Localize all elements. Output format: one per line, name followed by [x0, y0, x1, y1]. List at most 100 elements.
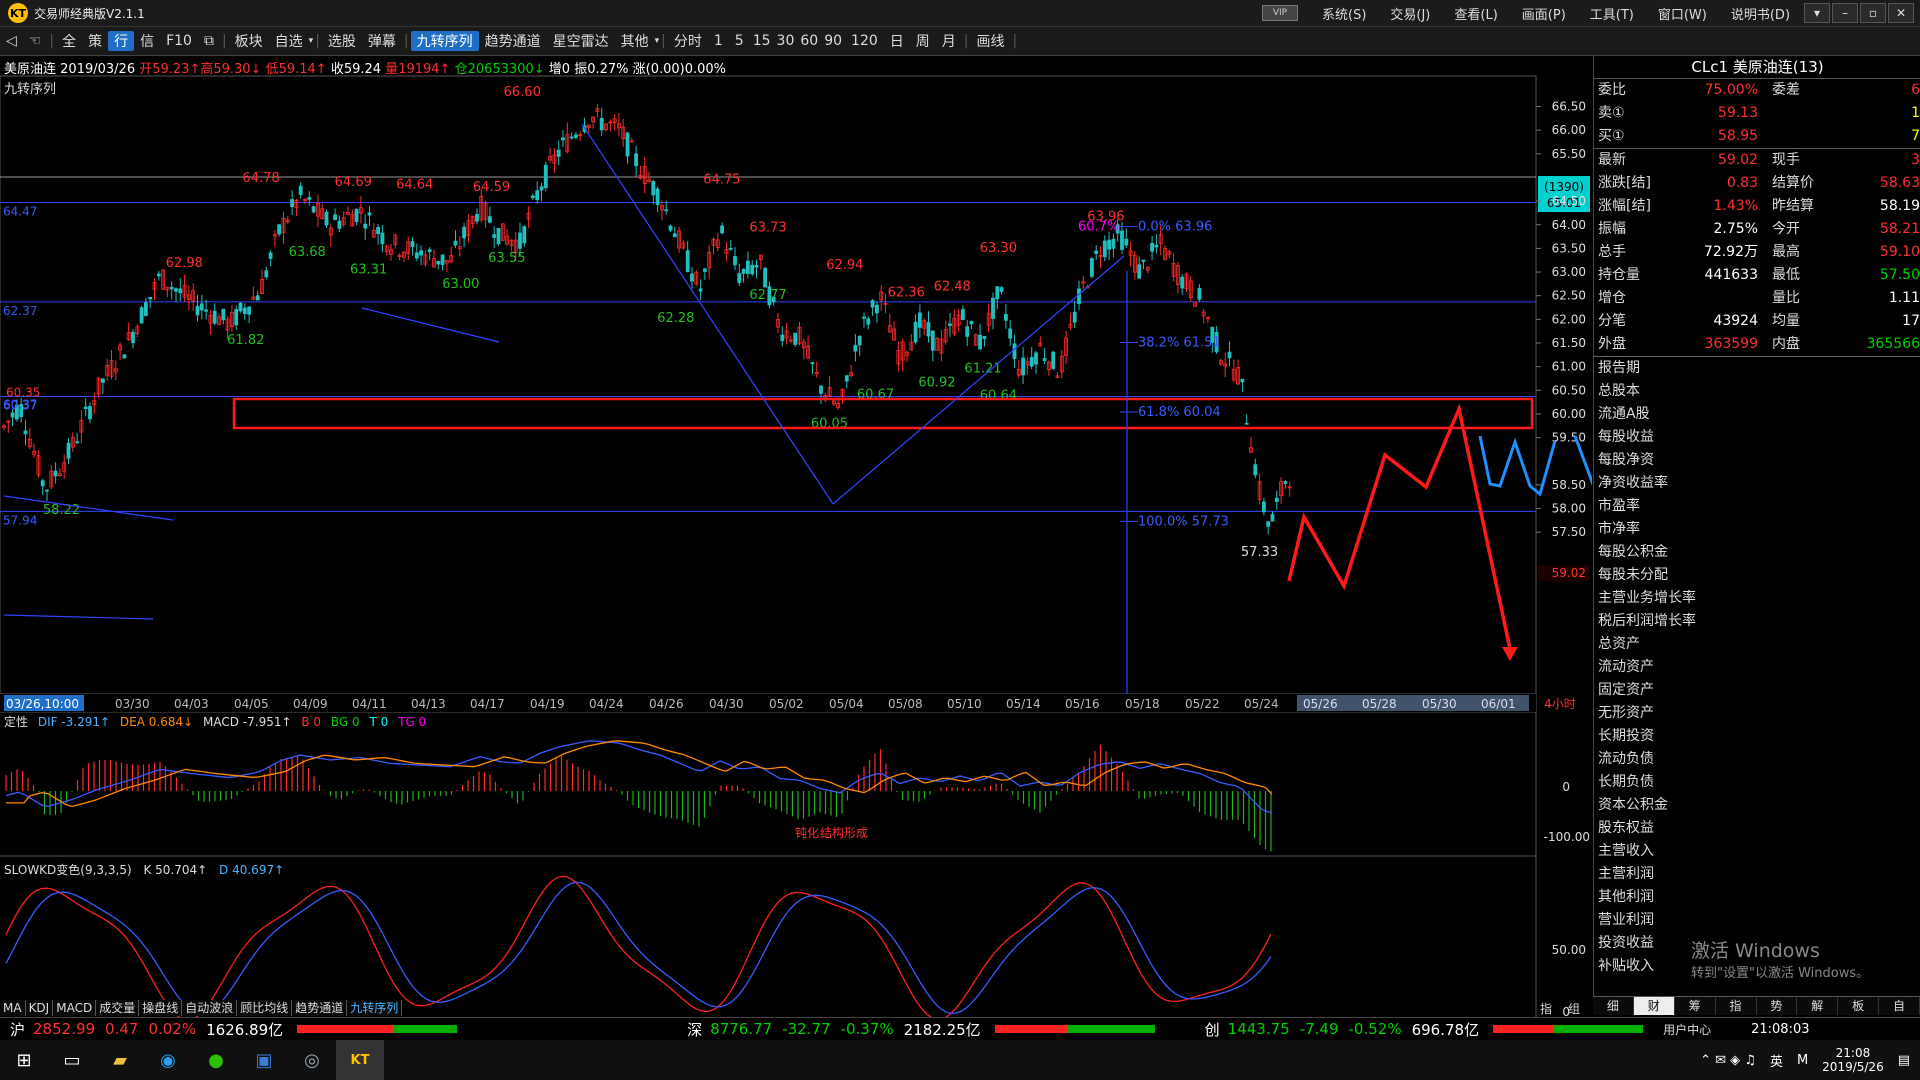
indicator-tab[interactable]: 操盘线: [139, 1000, 183, 1016]
close-icon[interactable]: ✕: [1888, 3, 1914, 23]
tool-other[interactable]: 其他: [615, 31, 655, 51]
wechat-icon[interactable]: ●: [192, 1040, 240, 1080]
taskbar-clock[interactable]: 21:08 2019/5/26: [1822, 1046, 1884, 1074]
trading-app-icon[interactable]: KT: [336, 1040, 384, 1080]
fin-item[interactable]: 每股公积金: [1594, 541, 1920, 564]
tool-star-radar[interactable]: 星空雷达: [547, 31, 615, 51]
ime-indicator[interactable]: 英: [1770, 1051, 1783, 1070]
menu-system[interactable]: 系统(S): [1310, 4, 1378, 23]
fin-item[interactable]: 每股收益: [1594, 426, 1920, 449]
tool-watchlist[interactable]: 自选: [269, 31, 309, 51]
menu-manual[interactable]: 说明书(D): [1719, 4, 1802, 23]
period-1[interactable]: 1: [708, 33, 729, 49]
tool-trend-channel[interactable]: 趋势通道: [479, 31, 547, 51]
fin-item[interactable]: 营业利润: [1594, 909, 1920, 932]
indicator-tab[interactable]: 成交量: [96, 1000, 140, 1016]
group-tab[interactable]: 组: [1568, 1000, 1580, 1017]
panel-tab[interactable]: 势: [1757, 997, 1798, 1015]
indicator-tab[interactable]: MA: [0, 1000, 26, 1016]
fin-item[interactable]: 其他利润: [1594, 886, 1920, 909]
period-90[interactable]: 90: [821, 33, 845, 49]
fin-item[interactable]: 税后利润增长率: [1594, 610, 1920, 633]
fin-item[interactable]: 主营利润: [1594, 863, 1920, 886]
indicator-tab[interactable]: MACD: [53, 1000, 97, 1016]
help-icon[interactable]: ▾: [1804, 3, 1830, 23]
indicator-tab[interactable]: 自动波浪: [182, 1000, 238, 1016]
back-icon[interactable]: ◁: [0, 33, 23, 49]
indicator-tab[interactable]: 趋势通道: [292, 1000, 348, 1016]
menu-trade[interactable]: 交易(J): [1378, 4, 1442, 23]
period-intraday[interactable]: 分时: [668, 31, 708, 51]
fin-item[interactable]: 总资产: [1594, 633, 1920, 656]
panel-tab[interactable]: 板: [1838, 997, 1880, 1015]
vip-badge[interactable]: VIP: [1262, 5, 1298, 21]
fin-item[interactable]: 长期投资: [1594, 725, 1920, 748]
period-30[interactable]: 30: [774, 33, 798, 49]
minimize-icon[interactable]: –: [1832, 3, 1858, 23]
fin-item[interactable]: 资本公积金: [1594, 794, 1920, 817]
period-60[interactable]: 60: [797, 33, 821, 49]
panel-tab[interactable]: 自: [1879, 997, 1920, 1015]
tool-screener[interactable]: 选股: [322, 31, 362, 51]
fin-item[interactable]: 净资收益率: [1594, 472, 1920, 495]
tool-info[interactable]: 信: [134, 31, 160, 51]
candle-body: [427, 249, 432, 253]
tool-sector[interactable]: 板块: [229, 31, 269, 51]
menu-screen[interactable]: 画面(P): [1510, 4, 1578, 23]
app-icon[interactable]: ▣: [240, 1040, 288, 1080]
fin-item[interactable]: 无形资产: [1594, 702, 1920, 725]
period-5[interactable]: 5: [729, 33, 750, 49]
maximize-icon[interactable]: ▫: [1860, 3, 1886, 23]
file-explorer-icon[interactable]: ▰: [96, 1040, 144, 1080]
indicator-tab[interactable]: 九转序列: [347, 1000, 403, 1016]
user-center-link[interactable]: 用户中心: [1663, 1021, 1711, 1038]
fin-item[interactable]: 长期负债: [1594, 771, 1920, 794]
tool-f10[interactable]: F10: [160, 33, 198, 49]
fin-item[interactable]: 主营收入: [1594, 840, 1920, 863]
tool-quote[interactable]: 行: [108, 31, 135, 51]
steam-icon[interactable]: ◎: [288, 1040, 336, 1080]
fin-item[interactable]: 总股本: [1594, 380, 1920, 403]
browser-icon[interactable]: ◉: [144, 1040, 192, 1080]
ime-mode[interactable]: M: [1797, 1053, 1808, 1068]
tool-strategy[interactable]: 策: [82, 31, 108, 51]
indicator-tab[interactable]: KDJ: [25, 1000, 54, 1016]
fin-item[interactable]: 流动负债: [1594, 748, 1920, 771]
task-view-icon[interactable]: ▭: [48, 1040, 96, 1080]
fin-item[interactable]: 每股净资: [1594, 449, 1920, 472]
tool-nine-turn[interactable]: 九转序列: [410, 31, 479, 51]
fin-item[interactable]: 股东权益: [1594, 817, 1920, 840]
tool-barrage[interactable]: 弹幕: [362, 31, 402, 51]
tool-all[interactable]: 全: [56, 31, 82, 51]
indicator-tab[interactable]: 顾比均线: [237, 1000, 293, 1016]
panel-tab[interactable]: 解: [1797, 997, 1839, 1015]
fin-item[interactable]: 市盈率: [1594, 495, 1920, 518]
fin-item[interactable]: 流动资产: [1594, 656, 1920, 679]
panel-tab[interactable]: 财: [1633, 997, 1675, 1015]
fin-item[interactable]: 流通A股: [1594, 403, 1920, 426]
hand-icon[interactable]: ☜: [23, 33, 48, 49]
fin-item[interactable]: 主营业务增长率: [1594, 587, 1920, 610]
fin-item[interactable]: 报告期: [1594, 357, 1920, 380]
copy-icon[interactable]: ⧉: [198, 33, 220, 49]
period-week[interactable]: 周: [910, 31, 936, 51]
panel-tab[interactable]: 细: [1593, 997, 1634, 1015]
windows-start-icon[interactable]: ⊞: [0, 1040, 48, 1080]
tool-draw-line[interactable]: 画线: [970, 31, 1010, 51]
fin-item[interactable]: 每股未分配: [1594, 564, 1920, 587]
fin-item[interactable]: 市净率: [1594, 518, 1920, 541]
menu-tools[interactable]: 工具(T): [1578, 4, 1646, 23]
notification-icon[interactable]: ▤: [1898, 1053, 1910, 1068]
fin-item[interactable]: 固定资产: [1594, 679, 1920, 702]
panel-tab[interactable]: 指: [1716, 997, 1757, 1015]
period-120[interactable]: 120: [845, 33, 884, 49]
period-month[interactable]: 月: [936, 31, 962, 51]
menu-window[interactable]: 窗口(W): [1646, 4, 1719, 23]
index-tab[interactable]: 指: [1540, 1000, 1552, 1017]
period-15[interactable]: 15: [750, 33, 774, 49]
tray-icons[interactable]: ⌃ ✉ ◈ ♫: [1700, 1053, 1756, 1068]
panel-tab[interactable]: 筹: [1675, 997, 1716, 1015]
period-day[interactable]: 日: [884, 31, 910, 51]
price-chart[interactable]: (1390) 65.01 59.02 66.5066.0065.5064.506…: [0, 56, 1592, 1056]
menu-view[interactable]: 查看(L): [1442, 4, 1509, 23]
